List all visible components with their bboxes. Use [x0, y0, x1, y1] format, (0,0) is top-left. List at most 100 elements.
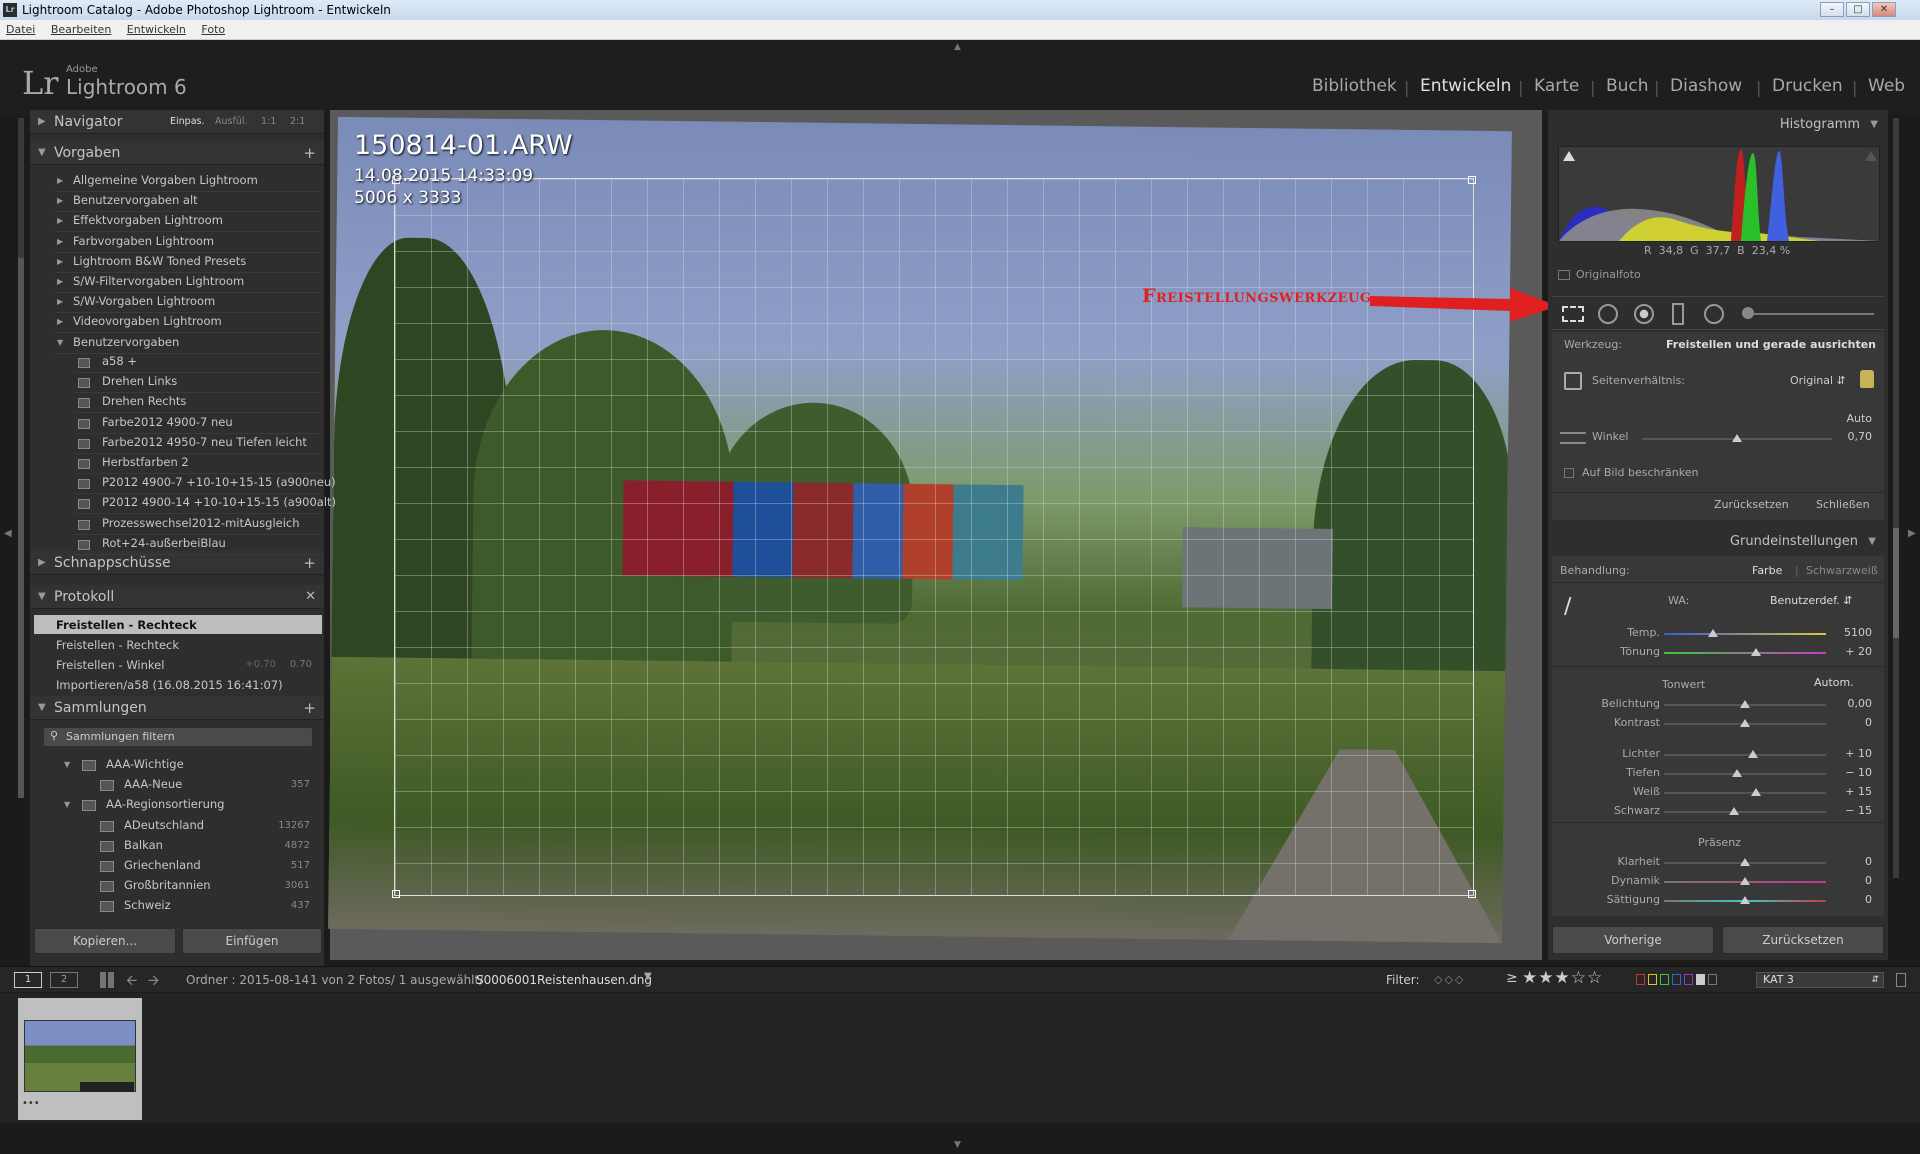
forward-arrow-icon[interactable]: 🡪: [148, 970, 159, 994]
preset-folder[interactable]: Benutzervorgaben alt: [73, 193, 198, 207]
custom-label-icon[interactable]: [1696, 974, 1705, 985]
clear-history-icon[interactable]: ✕: [305, 585, 316, 609]
adjustment-brush-slider[interactable]: [1742, 313, 1874, 315]
slider-knob[interactable]: [1740, 858, 1750, 866]
collection-filter-select[interactable]: KAT 3 ⇵: [1756, 972, 1884, 988]
menu-datei[interactable]: Datei: [6, 23, 35, 36]
zoom-2-1[interactable]: 2:1: [290, 110, 305, 134]
reset-button[interactable]: Zurücksetzen: [1722, 926, 1884, 954]
basic-header[interactable]: Grundeinstellungen ▼: [1552, 530, 1884, 554]
crop-close-button[interactable]: Schließen: [1816, 498, 1870, 511]
preset-item[interactable]: P2012 4900-14 +10-10+15-15 (a900alt): [102, 495, 336, 509]
slider-knob[interactable]: [1740, 877, 1750, 885]
preset-item[interactable]: Rot+24-außerbeiBlau: [102, 536, 226, 550]
preset-folder[interactable]: Effektvorgaben Lightroom: [73, 213, 223, 227]
left-scrollbar[interactable]: [18, 118, 24, 798]
slider-knob[interactable]: [1751, 788, 1762, 796]
expand-icon[interactable]: ▼: [57, 338, 63, 347]
history-item[interactable]: Importieren/a58 (16.08.2015 16:41:07): [56, 678, 283, 692]
navigator-header[interactable]: ▶ Navigator Einpas. Ausfül. 1:1 2:1: [30, 110, 324, 134]
slider-knob[interactable]: [1728, 807, 1739, 815]
slider-track[interactable]: [1664, 633, 1826, 635]
crop-handle[interactable]: [1468, 176, 1476, 184]
slider-knob[interactable]: [1731, 769, 1742, 777]
module-web[interactable]: Web: [1868, 76, 1905, 96]
zoom-1-1[interactable]: 1:1: [261, 110, 276, 134]
file-dropdown-icon[interactable]: ▼: [644, 971, 652, 982]
collapse-icon[interactable]: ▼: [64, 760, 70, 769]
preset-item[interactable]: Farbe2012 4950-7 neu Tiefen leicht: [102, 435, 307, 449]
graduated-filter-icon[interactable]: [1672, 303, 1684, 325]
history-item[interactable]: Freistellen - Winkel: [56, 658, 164, 672]
lock-icon[interactable]: [1860, 370, 1874, 388]
expand-icon[interactable]: ▶: [57, 216, 63, 225]
preset-item[interactable]: Farbe2012 4900-7 neu: [102, 415, 233, 429]
collection-item[interactable]: Schweiz: [124, 898, 171, 912]
radial-filter-icon[interactable]: [1704, 304, 1724, 324]
green-label-icon[interactable]: [1660, 974, 1669, 985]
zoom-fit[interactable]: Einpas.: [170, 110, 204, 134]
collection-item[interactable]: AA-Regionsortierung: [106, 797, 224, 811]
no-label-icon[interactable]: [1708, 974, 1717, 985]
collapse-bottom-icon[interactable]: ▼: [954, 1140, 961, 1150]
auto-button[interactable]: Auto: [1846, 412, 1872, 425]
expand-icon[interactable]: ▶: [57, 317, 63, 326]
module-drucken[interactable]: Drucken: [1772, 76, 1843, 96]
crop-tool-icon[interactable]: [1562, 306, 1584, 322]
slider-knob[interactable]: [1740, 700, 1750, 708]
preset-item[interactable]: P2012 4900-7 +10-10+15-15 (a900neu): [102, 475, 336, 489]
preset-folder[interactable]: Farbvorgaben Lightroom: [73, 234, 214, 248]
crop-handle[interactable]: [1468, 890, 1476, 898]
purple-label-icon[interactable]: [1684, 974, 1693, 985]
menu-foto[interactable]: Foto: [201, 23, 225, 36]
red-eye-icon[interactable]: [1634, 304, 1654, 324]
collapse-left-icon[interactable]: ◀: [4, 528, 12, 539]
slider-track[interactable]: [1664, 773, 1826, 775]
crop-handle[interactable]: [392, 890, 400, 898]
history-item[interactable]: Freistellen - Rechteck: [56, 638, 179, 652]
collection-item[interactable]: Großbritannien: [124, 878, 211, 892]
slider-track[interactable]: [1664, 811, 1826, 813]
window-1-button[interactable]: 1: [14, 972, 42, 988]
expand-icon[interactable]: ▶: [57, 176, 63, 185]
aspect-value[interactable]: Original ⇵: [1790, 374, 1846, 387]
blue-label-icon[interactable]: [1672, 974, 1681, 985]
preset-item[interactable]: Drehen Links: [102, 374, 177, 388]
close-icon[interactable]: ✕: [1872, 2, 1896, 17]
preset-item[interactable]: Prozesswechsel2012-mitAusgleich: [102, 516, 300, 530]
collections-filter[interactable]: ⚲ Sammlungen filtern: [44, 728, 312, 746]
eyedropper-icon[interactable]: ∕: [1564, 594, 1590, 620]
collection-item[interactable]: ADeutschland: [124, 818, 204, 832]
window-2-button[interactable]: 2: [50, 972, 78, 988]
expand-icon[interactable]: ▶: [57, 297, 63, 306]
add-preset-icon[interactable]: +: [303, 141, 316, 165]
right-scrollbar[interactable]: [1893, 118, 1899, 878]
auto-tone-button[interactable]: Autom.: [1814, 676, 1854, 689]
expand-icon[interactable]: ▶: [57, 237, 63, 246]
angle-slider-knob[interactable]: [1732, 434, 1742, 442]
module-buch[interactable]: Buch: [1606, 76, 1649, 96]
flag-filter-icons[interactable]: ◇◇◇: [1434, 973, 1465, 986]
expand-icon[interactable]: ▶: [57, 257, 63, 266]
add-collection-icon[interactable]: +: [303, 696, 316, 720]
thumbnail-cell[interactable]: •••: [18, 998, 142, 1120]
slider-track[interactable]: [1664, 652, 1826, 654]
preset-folder[interactable]: S/W-Vorgaben Lightroom: [73, 294, 215, 308]
collection-item[interactable]: AAA-Wichtige: [106, 757, 184, 771]
crop-aspect-icon[interactable]: [1564, 372, 1582, 390]
straighten-icon[interactable]: [1560, 432, 1586, 444]
star-rating-filter[interactable]: ★★★☆☆: [1522, 968, 1603, 988]
slider-knob[interactable]: [1707, 629, 1718, 637]
histogram-header[interactable]: Histogramm ▼: [1548, 114, 1888, 136]
menu-entwickeln[interactable]: Entwickeln: [127, 23, 186, 36]
red-label-icon[interactable]: [1636, 974, 1645, 985]
filmstrip-lock-icon[interactable]: [1896, 973, 1906, 987]
slider-knob[interactable]: [1751, 648, 1762, 656]
grid-view-icon[interactable]: [100, 972, 116, 988]
history-header[interactable]: ▼ Protokoll ✕: [30, 585, 324, 609]
slider-knob[interactable]: [1740, 719, 1750, 727]
slider-knob[interactable]: [1740, 896, 1750, 904]
preset-item[interactable]: a58 +: [102, 354, 137, 368]
copy-settings-button[interactable]: Kopieren...: [34, 928, 176, 954]
module-diashow[interactable]: Diashow: [1670, 76, 1742, 96]
